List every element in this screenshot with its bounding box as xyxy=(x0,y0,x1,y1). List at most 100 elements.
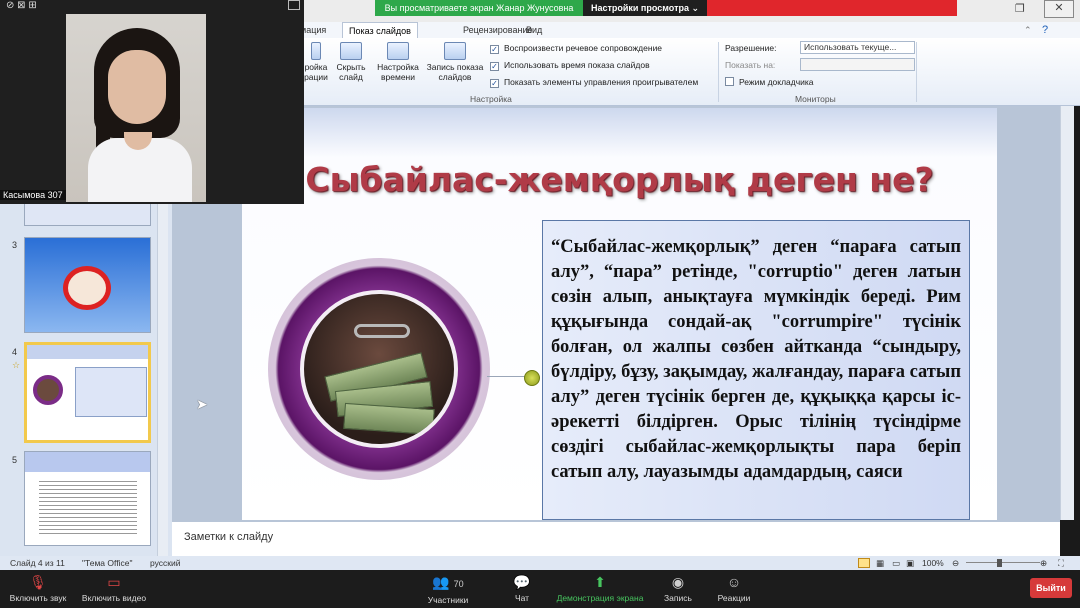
video-off-icon: ▭ xyxy=(107,574,121,590)
rehearse-timings-button[interactable]: Настройка времени xyxy=(374,42,422,82)
thumb-title-bar xyxy=(25,452,150,472)
thumb-text-lines xyxy=(39,478,137,534)
screen: Вы просматриваете экран Жанар Жунусовна … xyxy=(0,0,1080,608)
participant-face xyxy=(108,50,166,124)
start-video-button[interactable]: ▭ Включить видео xyxy=(79,574,149,603)
mic-muted-icon: 🎙 xyxy=(29,574,47,590)
check-timings[interactable]: ✓ Использовать время показа слайдов xyxy=(490,58,650,72)
group-setup-label: Настройка xyxy=(470,94,512,104)
participants-label: Участники xyxy=(427,595,469,605)
start-video-label: Включить видео xyxy=(81,593,147,603)
chat-icon: 💬 xyxy=(513,574,531,590)
slide-number: 5 xyxy=(12,455,18,465)
handcuffs-icon xyxy=(354,324,410,338)
minimize-ribbon-icon[interactable]: ⌃ xyxy=(1024,22,1032,38)
presenter-view-check[interactable]: Режим докладчика xyxy=(725,75,814,89)
check-timings-label: Использовать время показа слайдов xyxy=(504,60,650,70)
fit-to-window-icon[interactable]: ⛶ xyxy=(1058,556,1064,570)
record-slideshow-label: Запись показа слайдов xyxy=(426,62,484,82)
participant-video xyxy=(66,14,206,202)
check-narration-label: Воспроизвести речевое сопровождение xyxy=(504,43,663,53)
reactions-icon: ☺ xyxy=(726,574,742,590)
video-thumbnail[interactable]: ⊘ ⊠ ⊞ Касымова 307 xyxy=(0,0,304,204)
unmute-button[interactable]: 🎙 Включить звук xyxy=(8,574,68,603)
restore-icon[interactable]: ❐ xyxy=(1015,2,1025,15)
zoom-slider[interactable] xyxy=(966,562,1040,563)
thumb-title-bar xyxy=(27,345,148,359)
hide-slide-icon xyxy=(340,42,362,60)
reactions-button[interactable]: ☺ Реакции xyxy=(713,574,755,603)
no-bribe-icon xyxy=(63,266,111,310)
close-icon[interactable]: ✕ xyxy=(1044,0,1074,18)
connector-dot xyxy=(524,370,540,386)
slideshow-view-icon[interactable]: ▣ xyxy=(906,556,914,570)
tab-slideshow[interactable]: Показ слайдов xyxy=(342,22,418,38)
participant-name: Касымова 307 xyxy=(0,190,66,200)
record-slideshow-button[interactable]: Запись показа слайдов xyxy=(424,42,486,82)
slide-thumbnail-3[interactable] xyxy=(24,237,151,333)
checkbox-checked-icon: ✓ xyxy=(490,45,499,54)
hide-slide-button[interactable]: Скрыть слайд xyxy=(334,42,368,82)
star-icon: ☆ xyxy=(12,360,21,370)
slide-body-text[interactable]: “Сыбайлас-жемқорлық” деген “параға сатып… xyxy=(551,235,961,485)
record-button[interactable]: ◉ Запись xyxy=(660,574,696,603)
notes-placeholder: Заметки к слайду xyxy=(184,531,274,543)
view-options-button[interactable]: Настройки просмотра ⌄ xyxy=(583,0,707,16)
chat-button[interactable]: 💬 Чат xyxy=(508,574,536,603)
show-on-select[interactable] xyxy=(800,58,915,71)
leave-button[interactable]: Выйти xyxy=(1030,578,1072,598)
participants-button[interactable]: 👥 70 Участники xyxy=(420,574,476,605)
check-media-controls[interactable]: ✓ Показать элементы управления проигрыват… xyxy=(490,75,698,89)
share-screen-button[interactable]: ⬆ Демонстрация экрана xyxy=(552,574,648,603)
slide-thumbnail-4-selected[interactable] xyxy=(24,342,151,443)
maximize-icon[interactable] xyxy=(288,0,300,10)
handcuffs-money-image[interactable] xyxy=(300,290,458,448)
mute-video-icons[interactable]: ⊘ ⊠ ⊞ xyxy=(6,0,37,11)
resolution-label: Разрешение: xyxy=(725,43,777,53)
mouse-cursor-icon: ➤ xyxy=(196,396,208,412)
share-screen-label: Демонстрация экрана xyxy=(556,593,644,603)
tab-review[interactable]: Рецензирование xyxy=(463,22,533,38)
language[interactable]: русский xyxy=(150,556,181,570)
zoom-level[interactable]: 100% xyxy=(922,556,944,570)
record-slideshow-icon xyxy=(444,42,466,60)
zoom-in-icon[interactable]: ⊕ xyxy=(1040,556,1047,570)
slide-sorter-icon[interactable]: ▦ xyxy=(876,556,884,570)
tab-view[interactable]: Вид xyxy=(526,22,542,38)
setup-icon xyxy=(311,42,321,60)
thumb-circle-image xyxy=(33,375,63,405)
checkbox-unchecked-icon xyxy=(725,77,734,86)
view-options-label: Настройки просмотра xyxy=(590,3,689,13)
chat-label: Чат xyxy=(514,593,530,603)
setup-slideshow-button[interactable]: ройка рации xyxy=(300,42,332,82)
zoom-slider-thumb[interactable] xyxy=(997,559,1002,567)
zoom-out-icon[interactable]: ⊖ xyxy=(952,556,959,570)
presenter-view-label: Режим докладчика xyxy=(739,77,814,87)
slide-thumbnail-5[interactable] xyxy=(24,451,151,546)
normal-view-icon[interactable] xyxy=(858,558,870,568)
slide-counter: Слайд 4 из 11 xyxy=(10,558,65,568)
group-monitors-label: Мониторы xyxy=(795,94,836,104)
hide-slide-label: Скрыть слайд xyxy=(336,62,366,82)
resolution-select[interactable]: Использовать текуще... xyxy=(800,41,915,54)
participants-icon: 👥 70 xyxy=(432,574,464,590)
check-narration[interactable]: ✓ Воспроизвести речевое сопровождение xyxy=(490,41,662,55)
show-on-label: Показать на: xyxy=(725,60,776,70)
help-icon[interactable]: ? xyxy=(1042,22,1048,38)
notes-pane[interactable]: Заметки к слайду xyxy=(172,520,1060,556)
checkbox-checked-icon: ✓ xyxy=(490,79,499,88)
thumb-text-box xyxy=(75,367,147,417)
slide-canvas: Сыбайлас-жемқорлық деген не? “Сыбайлас-ж… xyxy=(242,108,997,520)
rehearse-icon xyxy=(387,42,409,60)
checkbox-checked-icon: ✓ xyxy=(490,62,499,71)
rehearse-label: Настройка времени xyxy=(377,62,419,82)
slide-title[interactable]: Сыбайлас-жемқорлық деген не? xyxy=(242,160,997,199)
banknote xyxy=(343,402,435,436)
ribbon-body: ройка рации Скрыть слайд Настройка време… xyxy=(300,38,1080,106)
reading-view-icon[interactable]: ▭ xyxy=(892,556,900,570)
ribbon-tabs: мация Показ слайдов Рецензирование Вид ?… xyxy=(300,22,1080,38)
slide-scrollbar[interactable] xyxy=(1060,106,1074,520)
slide-text-box[interactable]: “Сыбайлас-жемқорлық” деген “параға сатып… xyxy=(542,220,970,520)
theme-name: "Тема Office" xyxy=(82,558,133,568)
unmute-label: Включить звук xyxy=(9,593,67,603)
